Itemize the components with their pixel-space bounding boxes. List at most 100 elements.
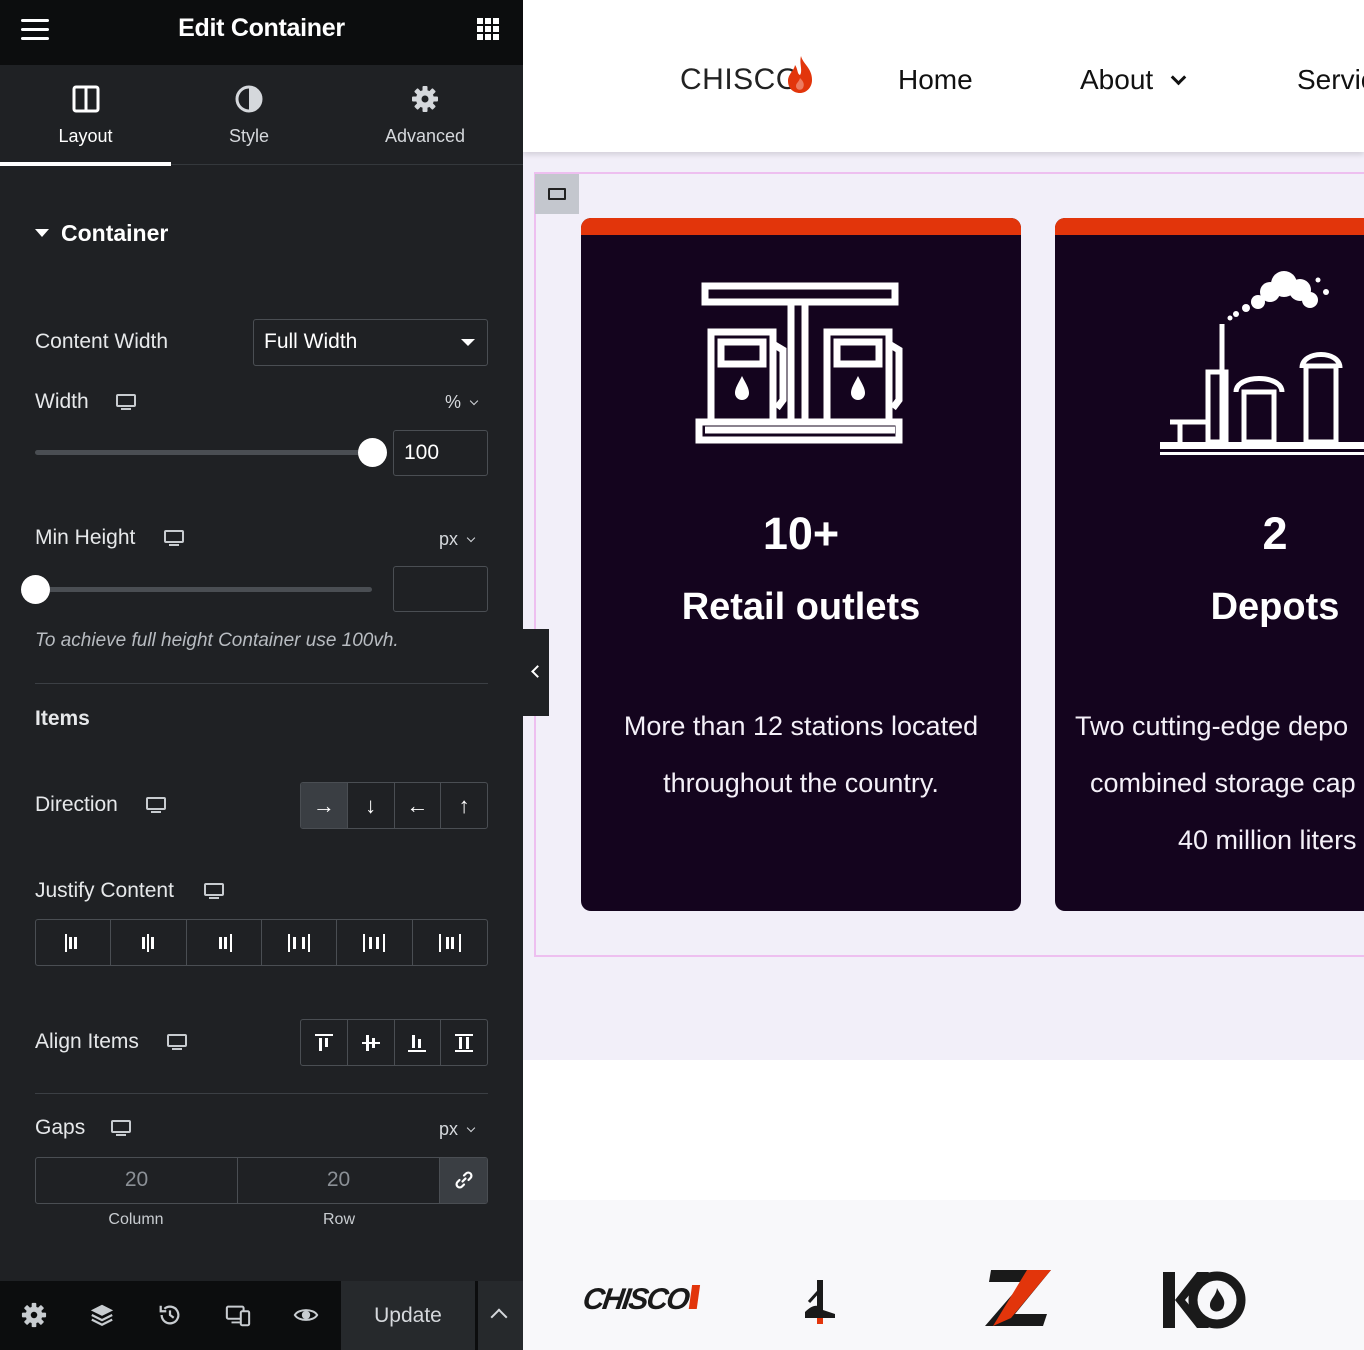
min-height-slider-handle[interactable] — [20, 575, 50, 604]
gaps-inputs: 20 20 — [35, 1157, 488, 1204]
justify-space-around-button[interactable] — [336, 920, 411, 965]
card-title: Retail outlets — [681, 586, 921, 628]
history-icon[interactable] — [157, 1302, 183, 1328]
stat-card: 10+ Retail outlets More than 12 stations… — [581, 218, 1021, 911]
content-width-value: Full Width — [264, 330, 358, 353]
link-values-button[interactable] — [440, 1158, 487, 1203]
align-center-button[interactable] — [346, 1020, 394, 1065]
nav-about-label: About — [1080, 64, 1154, 95]
card-description: Two cutting-edge depo combined storage c… — [1055, 698, 1364, 869]
responsive-mode-icon[interactable] — [225, 1302, 251, 1328]
width-label: Width — [35, 390, 89, 413]
half-circle-icon — [235, 85, 263, 113]
tab-style[interactable]: Style — [171, 65, 327, 165]
justify-start-button[interactable] — [36, 920, 110, 965]
tab-advanced-label: Advanced — [384, 126, 466, 146]
partner-logo-z — [985, 1270, 1051, 1326]
tab-advanced[interactable]: Advanced — [327, 65, 523, 165]
nav-home[interactable]: Home — [898, 64, 973, 96]
panel-tabs: Layout Style Advanced — [0, 65, 523, 166]
direction-row-button[interactable]: → — [301, 783, 347, 828]
card-title: Depots — [1210, 586, 1340, 628]
align-stretch-button[interactable] — [440, 1020, 487, 1065]
nav-services[interactable]: Servic — [1297, 64, 1364, 96]
arrow-left-icon: ← — [406, 792, 429, 818]
desktop-icon[interactable] — [204, 883, 224, 899]
desktop-icon[interactable] — [146, 797, 166, 813]
settings-gear-icon[interactable] — [21, 1302, 47, 1328]
partner-logo-chisco: CHISCO — [581, 1283, 700, 1317]
justify-content-button-group — [35, 919, 488, 966]
tab-style-label: Style — [228, 126, 270, 146]
gap-column-input[interactable]: 20 — [36, 1158, 238, 1203]
width-unit: % — [445, 392, 462, 412]
min-height-input[interactable] — [393, 566, 488, 612]
direction-column-button[interactable]: ↓ — [346, 783, 394, 828]
align-end-button[interactable] — [393, 1020, 441, 1065]
fuel-pump-icon — [695, 282, 903, 444]
card-accent-bar — [1055, 218, 1364, 235]
direction-label: Direction — [35, 793, 118, 816]
desktop-icon[interactable] — [111, 1120, 131, 1136]
content-width-label: Content Width — [35, 330, 169, 353]
justify-center-button[interactable] — [110, 920, 185, 965]
justify-end-button[interactable] — [185, 920, 261, 965]
content-width-select[interactable]: Full Width — [253, 319, 488, 366]
tab-layout[interactable]: Layout — [0, 65, 171, 166]
justify-space-between-button[interactable] — [260, 920, 336, 965]
editor-topbar: Edit Container — [0, 0, 523, 65]
divider — [35, 1093, 488, 1094]
direction-column-reverse-button[interactable]: ↑ — [440, 783, 487, 828]
desktop-icon[interactable] — [164, 530, 184, 546]
container-handle[interactable] — [535, 174, 579, 214]
update-options-button[interactable] — [478, 1281, 523, 1350]
link-icon — [455, 1171, 473, 1189]
desktop-icon[interactable] — [116, 394, 136, 410]
align-end-icon — [408, 1034, 427, 1052]
desktop-icon[interactable] — [167, 1034, 187, 1050]
arrow-up-icon: ↑ — [458, 792, 470, 818]
tab-layout-label: Layout — [58, 126, 113, 146]
card-description-line: combined storage cap — [1090, 768, 1356, 798]
direction-row-reverse-button[interactable]: ← — [393, 783, 441, 828]
collapse-panel-button[interactable] — [523, 629, 549, 716]
align-start-button[interactable] — [301, 1020, 347, 1065]
arrow-right-icon: → — [312, 792, 335, 818]
caret-down-icon — [35, 228, 49, 237]
apps-grid-icon[interactable] — [477, 18, 499, 40]
width-slider-track[interactable] — [35, 450, 372, 455]
justify-space-around-icon — [363, 933, 386, 952]
preview-eye-icon[interactable] — [293, 1302, 319, 1328]
chevron-down-icon — [1170, 69, 1187, 86]
direction-button-group: → ↓ ← ↑ — [300, 782, 488, 829]
site-header: CHISCO Home About Servic — [523, 0, 1364, 152]
partner-logo-pump — [805, 1280, 835, 1324]
chevron-down-icon — [466, 533, 476, 543]
card-accent-bar — [581, 218, 1021, 235]
card-description-line: 40 million liters — [1178, 825, 1357, 855]
min-height-unit: px — [439, 529, 459, 549]
width-unit-select[interactable]: % — [445, 392, 479, 413]
align-start-icon — [314, 1033, 333, 1051]
nav-about[interactable]: About — [1080, 64, 1187, 96]
update-button[interactable]: Update — [341, 1281, 475, 1350]
gap-row-input[interactable]: 20 — [238, 1158, 440, 1203]
layers-icon[interactable] — [89, 1302, 115, 1328]
site-logo[interactable]: CHISCO — [680, 63, 800, 97]
width-input[interactable]: 100 — [393, 430, 488, 476]
width-slider-handle[interactable] — [357, 438, 387, 467]
min-height-slider-track[interactable] — [35, 587, 372, 592]
min-height-unit-select[interactable]: px — [439, 529, 476, 550]
align-center-icon — [361, 1034, 380, 1051]
partners-strip: CHISCO — [523, 1200, 1364, 1350]
container-icon — [548, 188, 566, 200]
card-description: More than 12 stations located throughout… — [581, 698, 1021, 812]
justify-space-evenly-icon — [438, 933, 461, 952]
justify-end-icon — [218, 933, 232, 952]
container-section-toggle[interactable]: Container — [35, 220, 168, 247]
align-items-button-group — [300, 1019, 488, 1066]
min-height-label: Min Height — [35, 526, 136, 549]
gaps-unit-select[interactable]: px — [439, 1119, 476, 1140]
partner-logo-text: CHISCO — [580, 1283, 691, 1316]
justify-space-evenly-button[interactable] — [411, 920, 487, 965]
